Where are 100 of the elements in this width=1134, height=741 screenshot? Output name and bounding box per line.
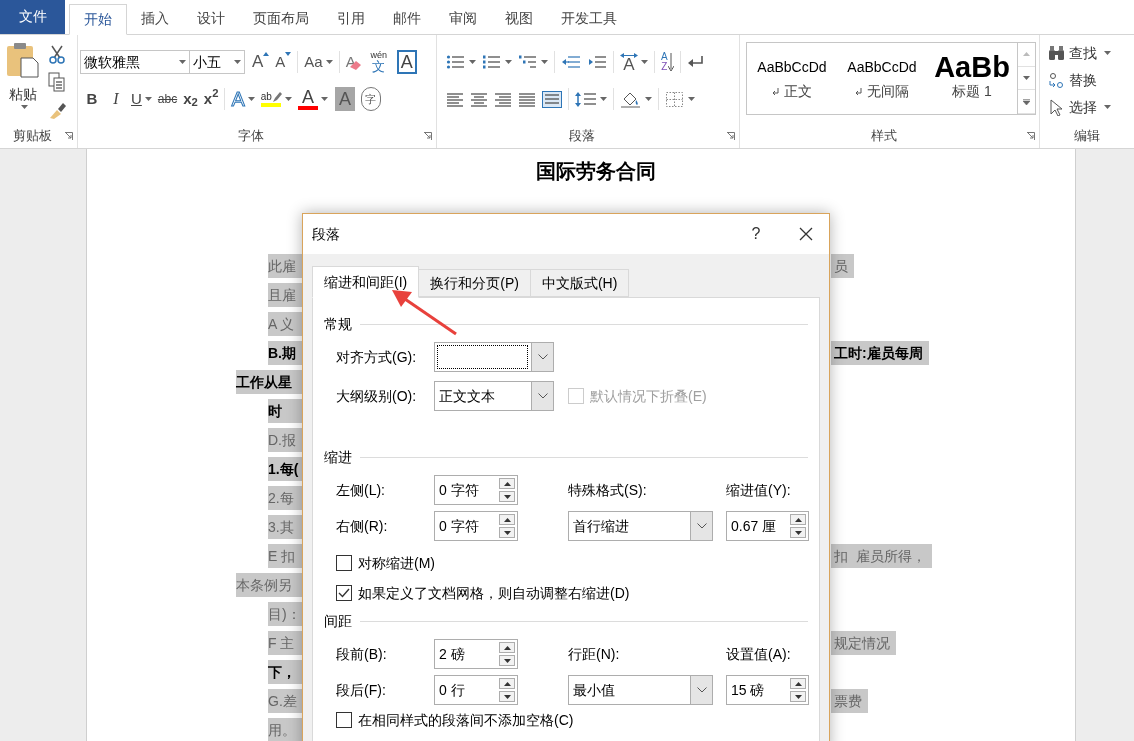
paragraph-text: E 扣 bbox=[268, 543, 303, 568]
change-case-button[interactable]: Aa bbox=[301, 50, 336, 74]
copy-icon[interactable] bbox=[48, 72, 66, 92]
style-item[interactable]: AaBbCcDd 正文 bbox=[747, 43, 837, 114]
dialog-launcher-icon[interactable] bbox=[65, 132, 73, 140]
spin-box[interactable]: 0 字符 bbox=[434, 511, 518, 541]
ribbon-tab[interactable]: 引用 bbox=[323, 3, 379, 34]
spin-up-button[interactable] bbox=[790, 514, 806, 525]
subscript-button[interactable]: x$_{2}$ bbox=[180, 87, 201, 111]
bold-button[interactable]: B bbox=[80, 87, 104, 111]
dropdown-field[interactable]: 正文文本 bbox=[434, 381, 554, 411]
replace-button[interactable]: 替换 bbox=[1048, 68, 1134, 92]
dialog-tab[interactable]: 缩进和间距(I) bbox=[312, 266, 420, 298]
spin-down-button[interactable] bbox=[499, 691, 515, 702]
dropdown-field[interactable]: 最小值 bbox=[568, 675, 713, 705]
field-label: 行距(N): bbox=[568, 644, 620, 664]
paragraph-text: 此雇 bbox=[268, 253, 303, 278]
superscript-button[interactable]: x$^{2}$ bbox=[200, 87, 222, 111]
file-tab[interactable]: 文件 bbox=[0, 0, 65, 34]
dialog-title: 段落 bbox=[312, 224, 340, 244]
spin-down-button[interactable] bbox=[790, 691, 806, 702]
format-painter-icon[interactable] bbox=[48, 100, 66, 120]
paragraph-text: 用。 bbox=[268, 717, 303, 741]
help-button[interactable]: ? bbox=[741, 219, 771, 249]
bulleted-list-icon bbox=[446, 53, 466, 71]
dropdown-field[interactable] bbox=[434, 342, 554, 372]
phonetic-guide-button[interactable]: wén 文 bbox=[364, 50, 393, 74]
find-button[interactable]: 查找 bbox=[1048, 41, 1134, 65]
chevron-down-icon bbox=[696, 523, 707, 529]
checkbox-label: 默认情况下折叠(E) bbox=[590, 386, 707, 406]
group-label: 剪贴板 bbox=[12, 127, 53, 146]
font-color-button[interactable]: A bbox=[294, 87, 331, 111]
field-label: 右侧(R): bbox=[336, 516, 388, 536]
shrink-font-button[interactable]: A bbox=[272, 50, 295, 74]
ribbon-tab[interactable]: 开发工具 bbox=[547, 3, 631, 34]
caret-icon bbox=[284, 97, 292, 101]
spin-box[interactable]: 0.67 厘 bbox=[726, 511, 809, 541]
spin-box[interactable]: 2 磅 bbox=[434, 639, 518, 669]
down-arrow-icon bbox=[503, 494, 511, 499]
ribbon-tab[interactable]: 设计 bbox=[183, 3, 239, 34]
caret-icon bbox=[1104, 105, 1111, 109]
increase-indent-icon bbox=[587, 53, 607, 71]
spin-up-button[interactable] bbox=[499, 642, 515, 653]
spin-down-button[interactable] bbox=[790, 527, 806, 538]
paragraph-text: 员 bbox=[831, 253, 854, 278]
spin-down-button[interactable] bbox=[499, 655, 515, 666]
underline-button[interactable]: U bbox=[128, 87, 155, 111]
sort-button[interactable]: A Z bbox=[658, 50, 677, 74]
spin-down-button[interactable] bbox=[499, 491, 515, 502]
up-arrow-icon bbox=[503, 681, 511, 686]
style-item[interactable]: AaBb 标题 1 bbox=[927, 43, 1017, 114]
spin-up-button[interactable] bbox=[499, 514, 515, 525]
paragraph-text: 工时:雇员每周 bbox=[831, 340, 929, 365]
checkbox[interactable] bbox=[336, 555, 352, 571]
ribbon-tab[interactable]: 插入 bbox=[127, 3, 183, 34]
group-label: 字体 bbox=[237, 127, 265, 146]
dropdown-value: 最小值 bbox=[572, 680, 616, 700]
spin-up-button[interactable] bbox=[499, 678, 515, 689]
font-size-combobox[interactable]: 小五 bbox=[190, 50, 245, 74]
dialog-launcher-icon[interactable] bbox=[424, 132, 432, 140]
clipboard-icon bbox=[5, 42, 41, 78]
paragraph-text: 工作从星 bbox=[236, 369, 303, 394]
spin-box[interactable]: 0 行 bbox=[434, 675, 518, 705]
paragraph-text: 规定情况 bbox=[831, 630, 896, 655]
paragraph-text: A 义 bbox=[268, 311, 303, 336]
ribbon-tab[interactable]: 审阅 bbox=[435, 3, 491, 34]
caret-icon bbox=[469, 60, 476, 64]
cut-icon[interactable] bbox=[48, 44, 66, 64]
ribbon-tab[interactable]: 开始 bbox=[69, 4, 127, 35]
ribbon-tab[interactable]: 视图 bbox=[491, 3, 547, 34]
dialog-tab[interactable]: 中文版式(H) bbox=[529, 269, 630, 297]
character-border-button[interactable]: A bbox=[396, 50, 417, 74]
text-direction-button[interactable]: A bbox=[617, 50, 651, 74]
ribbon-tab[interactable]: 页面布局 bbox=[239, 3, 323, 34]
strikethrough-button[interactable]: abc bbox=[154, 87, 181, 111]
style-item[interactable]: AaBbCcDd 无间隔 bbox=[837, 43, 927, 114]
caret-icon bbox=[1104, 51, 1111, 55]
dialog-launcher-icon[interactable] bbox=[1027, 132, 1035, 140]
spin-up-button[interactable] bbox=[790, 678, 806, 689]
down-arrow-icon bbox=[667, 53, 674, 71]
spin-up-button[interactable] bbox=[499, 478, 515, 489]
dropdown-field[interactable]: 首行缩进 bbox=[568, 511, 713, 541]
checkbox[interactable] bbox=[336, 585, 352, 601]
dialog-tab[interactable]: 换行和分页(P) bbox=[418, 269, 531, 297]
highlight-button[interactable]: ab bbox=[257, 87, 295, 111]
ribbon-tab[interactable]: 邮件 bbox=[379, 3, 435, 34]
paste-button[interactable]: 粘贴 bbox=[4, 42, 42, 120]
spin-box[interactable]: 15 磅 bbox=[726, 675, 809, 705]
font-name-combobox[interactable]: 微软雅黑 bbox=[80, 50, 190, 74]
spin-box[interactable]: 0 字符 bbox=[434, 475, 518, 505]
paint-bucket-icon bbox=[620, 90, 642, 108]
italic-button[interactable]: I bbox=[104, 87, 128, 111]
spin-down-button[interactable] bbox=[499, 527, 515, 538]
dialog-launcher-icon[interactable] bbox=[727, 132, 735, 140]
paragraph-mark-icon bbox=[772, 87, 780, 96]
checkbox[interactable] bbox=[336, 712, 352, 728]
select-button[interactable]: 选择 bbox=[1048, 95, 1134, 119]
checkmark-icon bbox=[338, 588, 350, 598]
up-caret-icon bbox=[1023, 51, 1030, 58]
grow-font-button[interactable]: A bbox=[249, 50, 273, 74]
